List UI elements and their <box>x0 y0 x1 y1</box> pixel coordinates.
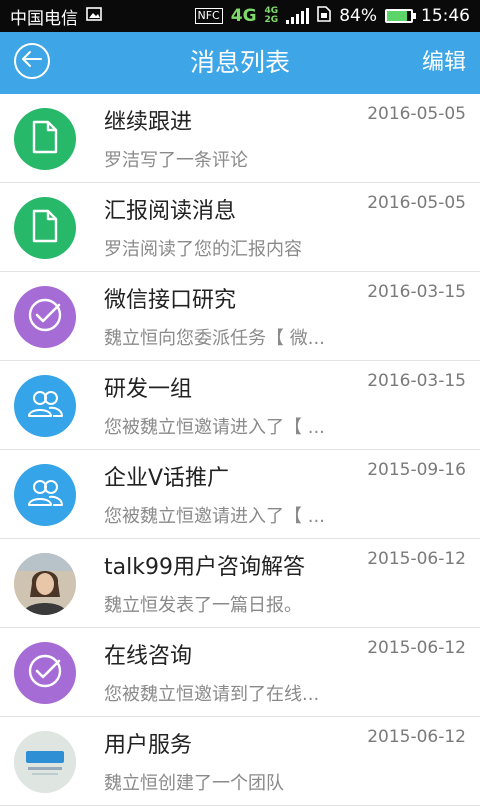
message-date: 2016-03-15 <box>367 371 466 391</box>
group-icon <box>25 388 65 424</box>
message-date: 2015-06-12 <box>367 549 466 569</box>
list-item[interactable]: 用户服务 魏立恒创建了一个团队 2015-06-12 <box>0 717 480 806</box>
avatar <box>14 197 76 259</box>
message-preview: 魏立恒向您委派任务【 微... <box>104 328 325 349</box>
list-item[interactable]: 企业V话推广 您被魏立恒邀请进入了【 ... 2015-09-16 <box>0 450 480 539</box>
back-button[interactable] <box>14 43 50 79</box>
edit-button[interactable]: 编辑 <box>422 32 466 94</box>
app-header: 消息列表 编辑 <box>0 32 480 94</box>
message-title: 用户服务 <box>104 733 193 758</box>
battery-percent: 84% <box>339 6 377 26</box>
message-preview: 魏立恒发表了一篇日报。 <box>104 595 302 616</box>
carrier-label: 中国电信 <box>10 8 78 29</box>
message-date: 2016-05-05 <box>367 193 466 213</box>
nfc-icon: NFC <box>194 8 223 24</box>
document-icon <box>29 119 61 159</box>
message-date: 2015-09-16 <box>367 460 466 480</box>
network-4g-label: 4G <box>230 6 257 26</box>
list-item[interactable]: 微信接口研究 魏立恒向您委派任务【 微... 2016-03-15 <box>0 272 480 361</box>
check-icon <box>25 651 65 695</box>
message-title: 微信接口研究 <box>104 288 237 313</box>
battery-icon <box>385 9 416 23</box>
message-date: 2016-05-05 <box>367 104 466 124</box>
list-item[interactable]: 在线咨询 您被魏立恒邀请到了在线... 2015-06-12 <box>0 628 480 717</box>
message-title: 汇报阅读消息 <box>104 199 237 224</box>
photo-icon <box>86 6 102 26</box>
document-icon <box>29 208 61 248</box>
message-title: 在线咨询 <box>104 644 193 669</box>
message-date: 2015-06-12 <box>367 638 466 658</box>
dual-network-indicator: 4G 2G <box>264 6 279 25</box>
avatar <box>14 375 76 437</box>
list-item[interactable]: talk99用户咨询解答 魏立恒发表了一篇日报。 2015-06-12 <box>0 539 480 628</box>
group-icon <box>25 477 65 513</box>
status-bar: 中国电信 NFC 4G 4G 2G 84% 15:46 <box>0 0 480 32</box>
message-title: 企业V话推广 <box>104 466 230 491</box>
message-preview: 魏立恒创建了一个团队 <box>104 773 284 794</box>
message-date: 2016-03-15 <box>367 282 466 302</box>
message-preview: 罗洁写了一条评论 <box>104 150 248 171</box>
avatar <box>14 108 76 170</box>
message-preview: 您被魏立恒邀请进入了【 ... <box>104 417 325 438</box>
message-title: 研发一组 <box>104 377 193 402</box>
avatar <box>14 286 76 348</box>
list-item[interactable]: 汇报阅读消息 罗洁阅读了您的汇报内容 2016-05-05 <box>0 183 480 272</box>
message-date: 2015-06-12 <box>367 727 466 747</box>
sim-icon <box>317 5 332 27</box>
clock: 15:46 <box>421 6 470 26</box>
list-item[interactable]: 继续跟进 罗洁写了一条评论 2016-05-05 <box>0 94 480 183</box>
signal-icon <box>286 8 310 24</box>
back-arrow-icon <box>21 50 43 72</box>
list-item[interactable]: 研发一组 您被魏立恒邀请进入了【 ... 2016-03-15 <box>0 361 480 450</box>
check-icon <box>25 295 65 339</box>
message-preview: 罗洁阅读了您的汇报内容 <box>104 239 302 260</box>
message-title: 继续跟进 <box>104 110 193 135</box>
avatar <box>14 464 76 526</box>
team-logo-avatar <box>14 731 76 793</box>
message-preview: 您被魏立恒邀请进入了【 ... <box>104 506 325 527</box>
avatar <box>14 642 76 704</box>
message-preview: 您被魏立恒邀请到了在线... <box>104 684 320 705</box>
message-list: 继续跟进 罗洁写了一条评论 2016-05-05 汇报阅读消息 罗洁阅读了您的汇… <box>0 94 480 806</box>
user-photo-avatar <box>14 553 76 615</box>
page-title: 消息列表 <box>189 48 290 77</box>
message-title: talk99用户咨询解答 <box>104 555 305 580</box>
